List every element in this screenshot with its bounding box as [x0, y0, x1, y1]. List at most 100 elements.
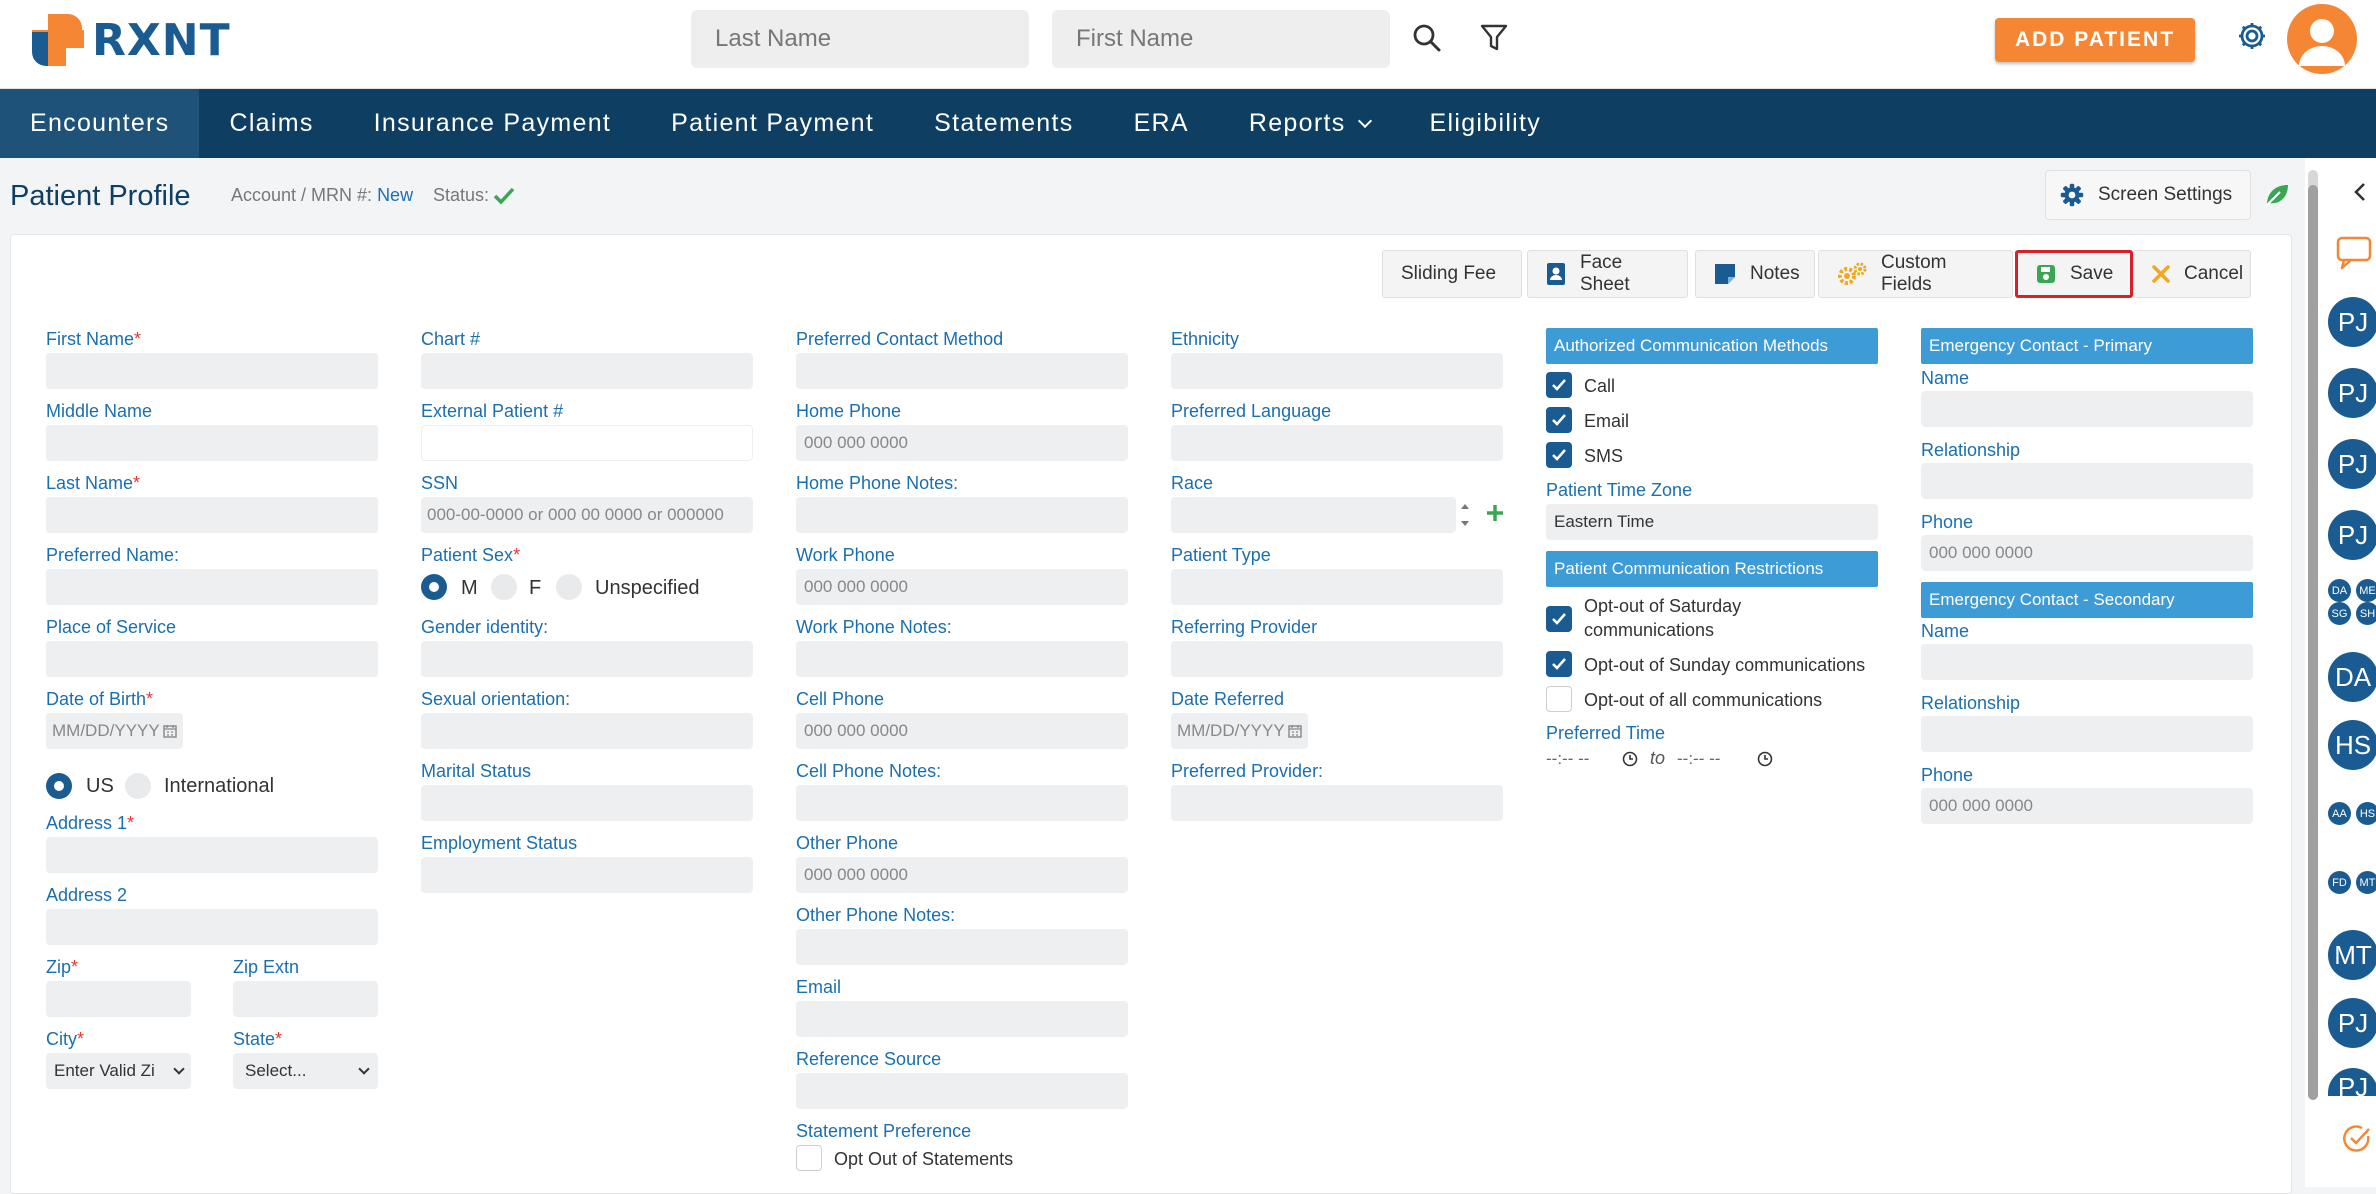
date-referred-input[interactable]: MM/DD/YYYY: [1171, 713, 1308, 749]
work-phone-input[interactable]: 000 000 0000: [796, 569, 1128, 605]
sex-f-radio[interactable]: [491, 574, 517, 600]
opt-out-all-checkbox[interactable]: [1546, 686, 1572, 712]
sex-m-radio[interactable]: [421, 574, 447, 600]
state-select[interactable]: Select...: [233, 1053, 378, 1089]
zip-input[interactable]: [46, 981, 191, 1017]
avatar[interactable]: HS: [2328, 720, 2376, 770]
opt-out-statements-checkbox[interactable]: [796, 1145, 822, 1171]
avatar[interactable]: PJ: [2328, 368, 2376, 418]
user-avatar[interactable]: [2287, 4, 2357, 74]
gender-identity-input[interactable]: [421, 641, 753, 677]
collapse-rail-button[interactable]: [2352, 182, 2368, 207]
secondary-relationship-input[interactable]: [1921, 716, 2253, 752]
opt-out-sunday-checkbox[interactable]: [1546, 651, 1572, 677]
avatar[interactable]: MT: [2356, 871, 2376, 894]
avatar[interactable]: PJ: [2328, 297, 2376, 347]
nav-reports[interactable]: Reports: [1219, 89, 1400, 158]
custom-fields-button[interactable]: Custom Fields: [1818, 250, 2013, 298]
email-checkbox[interactable]: [1546, 407, 1572, 433]
preferred-provider-input[interactable]: [1171, 785, 1503, 821]
opt-out-saturday-checkbox[interactable]: [1546, 606, 1572, 632]
us-radio[interactable]: [46, 773, 72, 799]
race-select[interactable]: [1171, 497, 1456, 533]
preferred-contact-select[interactable]: [796, 353, 1128, 389]
chat-button[interactable]: [2336, 236, 2372, 275]
external-patient-input[interactable]: [421, 425, 753, 461]
cell-phone-notes-input[interactable]: [796, 785, 1128, 821]
avatar[interactable]: DA: [2328, 579, 2351, 602]
search-button[interactable]: [1405, 16, 1449, 60]
avatar[interactable]: PJ: [2328, 998, 2376, 1048]
address2-input[interactable]: [46, 909, 378, 945]
avatar[interactable]: PJ: [2328, 510, 2376, 560]
nav-era[interactable]: ERA: [1104, 89, 1219, 158]
race-stepper-icon[interactable]: [1458, 497, 1472, 538]
last-name-search-input[interactable]: [691, 10, 1029, 68]
clock-icon[interactable]: [1757, 751, 1773, 767]
avatar[interactable]: ME: [2356, 579, 2376, 602]
sms-checkbox[interactable]: [1546, 442, 1572, 468]
home-phone-notes-input[interactable]: [796, 497, 1128, 533]
avatar[interactable]: SH: [2356, 602, 2376, 625]
avatar[interactable]: HS: [2356, 802, 2376, 825]
primary-name-input[interactable]: [1921, 391, 2253, 427]
email-input[interactable]: [796, 1001, 1128, 1037]
sliding-fee-button[interactable]: Sliding Fee: [1382, 250, 1522, 298]
first-name-input[interactable]: [46, 353, 378, 389]
ethnicity-select[interactable]: [1171, 353, 1503, 389]
primary-relationship-input[interactable]: [1921, 463, 2253, 499]
place-of-service-input[interactable]: [46, 641, 378, 677]
avatar[interactable]: FD: [2328, 871, 2351, 894]
add-patient-button[interactable]: ADD PATIENT: [1995, 18, 2195, 62]
sexual-orientation-input[interactable]: [421, 713, 753, 749]
tasks-button[interactable]: [2342, 1124, 2372, 1159]
filter-button[interactable]: [1472, 16, 1516, 60]
notes-button[interactable]: Notes: [1695, 250, 1815, 298]
home-phone-input[interactable]: 000 000 0000: [796, 425, 1128, 461]
save-button[interactable]: Save: [2015, 250, 2133, 298]
cancel-button[interactable]: Cancel: [2133, 250, 2251, 298]
cell-phone-input[interactable]: 000 000 0000: [796, 713, 1128, 749]
middle-name-input[interactable]: [46, 425, 378, 461]
avatar[interactable]: AA: [2328, 802, 2351, 825]
reference-source-input[interactable]: [796, 1073, 1128, 1109]
call-checkbox[interactable]: [1546, 372, 1572, 398]
add-race-button[interactable]: [1484, 502, 1506, 529]
rxnt-logo[interactable]: RXNT: [30, 12, 231, 68]
ssn-input[interactable]: 000-00-0000 or 000 00 0000 or 000000: [421, 497, 753, 533]
address1-input[interactable]: [46, 837, 378, 873]
city-select[interactable]: Enter Valid Zi: [46, 1053, 191, 1089]
primary-phone-input[interactable]: 000 000 0000: [1921, 535, 2253, 571]
avatar[interactable]: PJ: [2328, 439, 2376, 489]
clock-icon[interactable]: [1622, 751, 1638, 767]
nav-statements[interactable]: Statements: [904, 89, 1103, 158]
nav-claims[interactable]: Claims: [199, 89, 343, 158]
first-name-search-input[interactable]: [1052, 10, 1390, 68]
work-phone-notes-input[interactable]: [796, 641, 1128, 677]
face-sheet-button[interactable]: Face Sheet: [1527, 250, 1688, 298]
time-to-input[interactable]: --:-- --: [1677, 749, 1757, 769]
nav-eligibility[interactable]: Eligibility: [1400, 89, 1572, 158]
other-phone-input[interactable]: 000 000 0000: [796, 857, 1128, 893]
international-radio[interactable]: [125, 773, 151, 799]
time-from-input[interactable]: --:-- --: [1546, 749, 1622, 769]
chart-input[interactable]: [421, 353, 753, 389]
nav-insurance-payment[interactable]: Insurance Payment: [344, 89, 642, 158]
screen-settings-button[interactable]: Screen Settings: [2045, 170, 2251, 220]
other-phone-notes-input[interactable]: [796, 929, 1128, 965]
secondary-name-input[interactable]: [1921, 644, 2253, 680]
referring-provider-input[interactable]: [1171, 641, 1503, 677]
preferred-name-input[interactable]: [46, 569, 378, 605]
nav-patient-payment[interactable]: Patient Payment: [641, 89, 904, 158]
avatar[interactable]: DA: [2328, 652, 2376, 702]
time-zone-select[interactable]: Eastern Time: [1546, 504, 1878, 540]
sex-unspecified-radio[interactable]: [556, 574, 582, 600]
leaf-icon[interactable]: [2264, 182, 2290, 213]
avatar[interactable]: SG: [2328, 602, 2351, 625]
zip-extn-input[interactable]: [233, 981, 378, 1017]
employment-status-input[interactable]: [421, 857, 753, 893]
secondary-phone-input[interactable]: 000 000 0000: [1921, 788, 2253, 824]
avatar[interactable]: MT: [2328, 930, 2376, 980]
marital-status-input[interactable]: [421, 785, 753, 821]
preferred-language-select[interactable]: [1171, 425, 1503, 461]
